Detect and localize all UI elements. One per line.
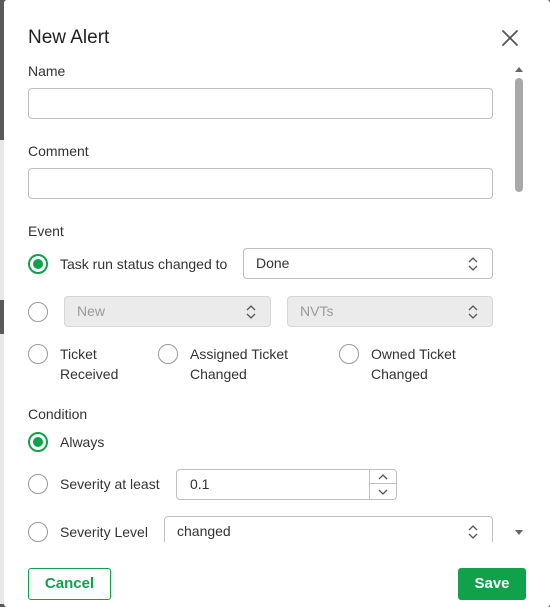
- scrollbar-thumb[interactable]: [515, 78, 523, 192]
- event-task-run-radio[interactable]: [28, 254, 48, 274]
- secinfo-category-select: NVTs: [287, 296, 493, 327]
- owned-ticket-label-line2: Changed: [371, 366, 428, 382]
- chevron-updown-icon: [468, 305, 478, 319]
- new-alert-dialog: New Alert Name Comment Event Task run st…: [4, 0, 550, 607]
- condition-severity-at-least-radio[interactable]: [28, 474, 48, 494]
- owned-ticket-label-line1: Owned Ticket: [371, 346, 456, 362]
- severity-level-value: changed: [177, 523, 231, 539]
- severity-at-least-label: Severity at least: [60, 476, 160, 492]
- task-run-status-select[interactable]: Done: [243, 248, 493, 279]
- close-button[interactable]: [498, 26, 522, 50]
- scroll-down-arrow-icon[interactable]: [510, 528, 528, 538]
- condition-always-radio[interactable]: [28, 432, 48, 452]
- assigned-ticket-label-line2: Changed: [190, 366, 247, 382]
- scroll-up-arrow-icon[interactable]: [510, 64, 528, 74]
- cancel-button[interactable]: Cancel: [28, 568, 111, 600]
- chevron-updown-icon: [468, 257, 478, 271]
- severity-level-select[interactable]: changed: [164, 516, 493, 542]
- chevron-updown-icon: [468, 525, 478, 539]
- secinfo-type-value: New: [77, 303, 106, 319]
- condition-always-label: Always: [60, 434, 105, 450]
- chevron-up-icon: [378, 473, 388, 479]
- ticket-received-label-line1: Ticket: [60, 346, 97, 362]
- comment-label: Comment: [28, 143, 89, 159]
- event-ticket-received-radio[interactable]: [28, 344, 48, 364]
- secinfo-category-value: NVTs: [300, 303, 334, 319]
- severity-at-least-value: 0.1: [190, 476, 210, 492]
- name-label: Name: [28, 63, 66, 79]
- event-label: Event: [28, 223, 64, 239]
- event-owned-ticket-radio[interactable]: [339, 344, 359, 364]
- scrollbar[interactable]: [510, 62, 528, 542]
- save-button[interactable]: Save: [458, 568, 526, 600]
- increment-button[interactable]: [370, 470, 396, 484]
- severity-at-least-spinner[interactable]: 0.1: [176, 469, 397, 500]
- event-secinfo-radio[interactable]: [28, 302, 48, 322]
- assigned-ticket-label-line1: Assigned Ticket: [190, 346, 289, 362]
- close-icon: [502, 30, 518, 46]
- decrement-button[interactable]: [370, 485, 396, 499]
- name-input[interactable]: [28, 88, 493, 119]
- severity-level-label: Severity Level: [60, 524, 148, 540]
- secinfo-type-select: New: [64, 296, 271, 327]
- dialog-body[interactable]: Name Comment Event Task run status chang…: [4, 56, 550, 542]
- comment-input[interactable]: [28, 168, 493, 199]
- chevron-down-icon: [378, 489, 388, 495]
- task-run-status-value: Done: [256, 255, 290, 271]
- event-task-run-label: Task run status changed to: [60, 256, 228, 272]
- condition-severity-level-radio[interactable]: [28, 522, 48, 542]
- condition-label: Condition: [28, 406, 88, 422]
- chevron-updown-icon: [246, 305, 256, 319]
- dialog-title: New Alert: [28, 27, 110, 48]
- ticket-received-label-line2: Received: [60, 366, 119, 382]
- event-assigned-ticket-radio[interactable]: [158, 344, 178, 364]
